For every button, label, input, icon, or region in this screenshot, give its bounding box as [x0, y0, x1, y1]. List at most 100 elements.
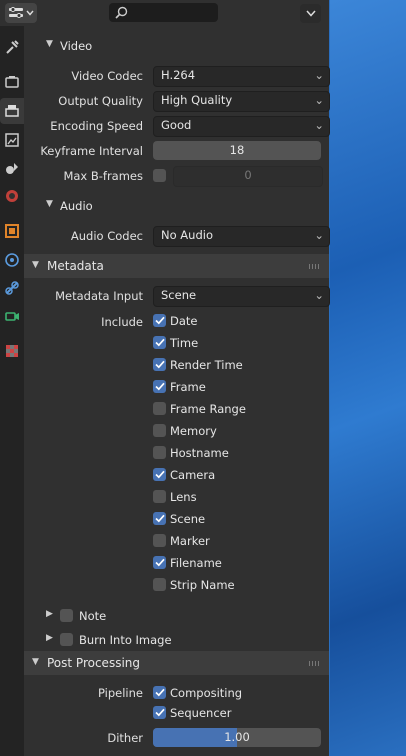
audio-codec-label: Audio Codec	[70, 229, 143, 243]
audio-codec-value: No Audio	[161, 228, 213, 242]
video-title: Video	[60, 39, 93, 53]
include-checkbox[interactable]	[153, 534, 166, 547]
metadata-input-row: Metadata Input Scene ⌄	[24, 285, 330, 307]
include-item: Camera	[24, 464, 329, 486]
scene-icon	[6, 163, 18, 174]
include-item: Date	[24, 310, 329, 332]
checkmark-icon	[154, 360, 165, 369]
include-item-label: Frame	[170, 380, 206, 394]
dither-slider[interactable]: 1.00	[153, 728, 321, 747]
include-item: Time	[24, 332, 329, 354]
video-subpanel-header[interactable]: ▼ Video	[24, 35, 329, 57]
tab-render[interactable]	[0, 69, 24, 95]
include-item: Hostname	[24, 442, 329, 464]
include-item: Render Time	[24, 354, 329, 376]
audio-codec-row: Audio Codec No Audio ⌄	[24, 225, 330, 247]
include-checkbox[interactable]	[153, 402, 166, 415]
dither-label: Dither	[107, 731, 143, 745]
checkmark-icon	[154, 470, 165, 479]
texture-icon	[6, 345, 18, 357]
include-item: Marker	[24, 530, 329, 552]
options-dropdown-button[interactable]	[300, 4, 321, 23]
video-codec-value: H.264	[161, 68, 196, 82]
tab-physics[interactable]	[0, 247, 24, 273]
keyframe-interval-row: Keyframe Interval 18	[24, 140, 329, 162]
sequencer-checkbox[interactable]	[153, 706, 166, 719]
object-icon	[5, 224, 19, 238]
include-item-label: Memory	[170, 424, 217, 438]
include-checkbox[interactable]	[153, 314, 166, 327]
compositing-label: Compositing	[170, 686, 243, 700]
tab-constraints[interactable]	[0, 275, 24, 301]
include-checkbox[interactable]	[153, 380, 166, 393]
properties-tabs	[0, 26, 24, 756]
keyframe-interval-field[interactable]: 18	[153, 141, 321, 160]
max-bframes-row: Max B-frames 0	[24, 165, 329, 187]
tab-tool[interactable]	[0, 34, 24, 60]
compositing-checkbox[interactable]	[153, 686, 166, 699]
audio-title: Audio	[60, 199, 93, 213]
note-checkbox[interactable]	[60, 609, 73, 622]
tab-world[interactable]	[0, 183, 24, 209]
tab-object[interactable]	[0, 218, 24, 244]
encoding-speed-label: Encoding Speed	[50, 119, 143, 133]
output-quality-value: High Quality	[161, 93, 233, 107]
include-item-label: Lens	[170, 490, 197, 504]
include-checkbox[interactable]	[153, 468, 166, 481]
include-checkbox[interactable]	[153, 424, 166, 437]
keyframe-interval-label: Keyframe Interval	[40, 144, 143, 158]
checkmark-icon	[154, 382, 165, 391]
include-checkbox[interactable]	[153, 556, 166, 569]
post-processing-title: Post Processing	[47, 656, 140, 670]
video-codec-select[interactable]: H.264 ⌄	[153, 66, 330, 87]
max-bframes-checkbox[interactable]	[153, 169, 166, 182]
physics-icon	[5, 253, 19, 267]
max-bframes-label: Max B-frames	[63, 169, 143, 183]
editor-type-button[interactable]	[5, 3, 37, 23]
output-quality-row: Output Quality High Quality ⌄	[24, 90, 330, 112]
audio-subpanel-header[interactable]: ▼ Audio	[24, 195, 329, 217]
chevron-down-icon: ⌄	[314, 288, 324, 302]
burn-into-image-subpanel-header[interactable]: ▶ Burn Into Image	[24, 629, 329, 651]
pipeline-label: Pipeline	[97, 686, 143, 700]
drag-handle-icon[interactable]	[309, 264, 321, 269]
output-quality-select[interactable]: High Quality ⌄	[153, 91, 330, 112]
checkmark-icon	[154, 708, 165, 717]
post-processing-panel-header[interactable]: ▼ Post Processing	[24, 651, 329, 675]
constraints-icon	[5, 281, 19, 295]
output-quality-label: Output Quality	[58, 94, 143, 108]
output-icon	[5, 105, 19, 117]
include-checkbox[interactable]	[153, 446, 166, 459]
editor-header	[0, 0, 329, 26]
video-codec-label: Video Codec	[71, 69, 143, 83]
sequencer-row: Sequencer	[24, 702, 329, 724]
expand-right-icon: ▶	[46, 609, 53, 619]
metadata-input-select[interactable]: Scene ⌄	[153, 286, 330, 307]
audio-codec-select[interactable]: No Audio ⌄	[153, 226, 330, 247]
tab-data[interactable]	[0, 303, 24, 329]
tab-output[interactable]	[0, 98, 24, 124]
note-subpanel-header[interactable]: ▶ Note	[24, 605, 329, 627]
include-checkbox[interactable]	[153, 358, 166, 371]
include-checkbox[interactable]	[153, 490, 166, 503]
include-item-label: Strip Name	[170, 578, 235, 592]
data-icon	[5, 312, 19, 321]
desktop-background	[330, 0, 406, 756]
burn-into-image-checkbox[interactable]	[60, 633, 73, 646]
expand-down-icon: ▼	[46, 199, 53, 209]
include-item-label: Time	[170, 336, 199, 350]
include-checkbox[interactable]	[153, 336, 166, 349]
include-checkbox[interactable]	[153, 512, 166, 525]
tab-texture[interactable]	[0, 338, 24, 364]
encoding-speed-select[interactable]: Good ⌄	[153, 116, 330, 137]
encoding-speed-row: Encoding Speed Good ⌄	[24, 115, 330, 137]
tool-icon	[6, 40, 19, 54]
expand-down-icon: ▼	[32, 657, 39, 667]
max-bframes-field[interactable]: 0	[173, 166, 323, 187]
search-input[interactable]	[109, 3, 218, 22]
include-checkbox[interactable]	[153, 578, 166, 591]
tab-view-layer[interactable]	[0, 127, 24, 153]
metadata-panel-header[interactable]: ▼ Metadata	[24, 254, 329, 278]
tab-scene[interactable]	[0, 155, 24, 181]
drag-handle-icon[interactable]	[309, 661, 321, 666]
